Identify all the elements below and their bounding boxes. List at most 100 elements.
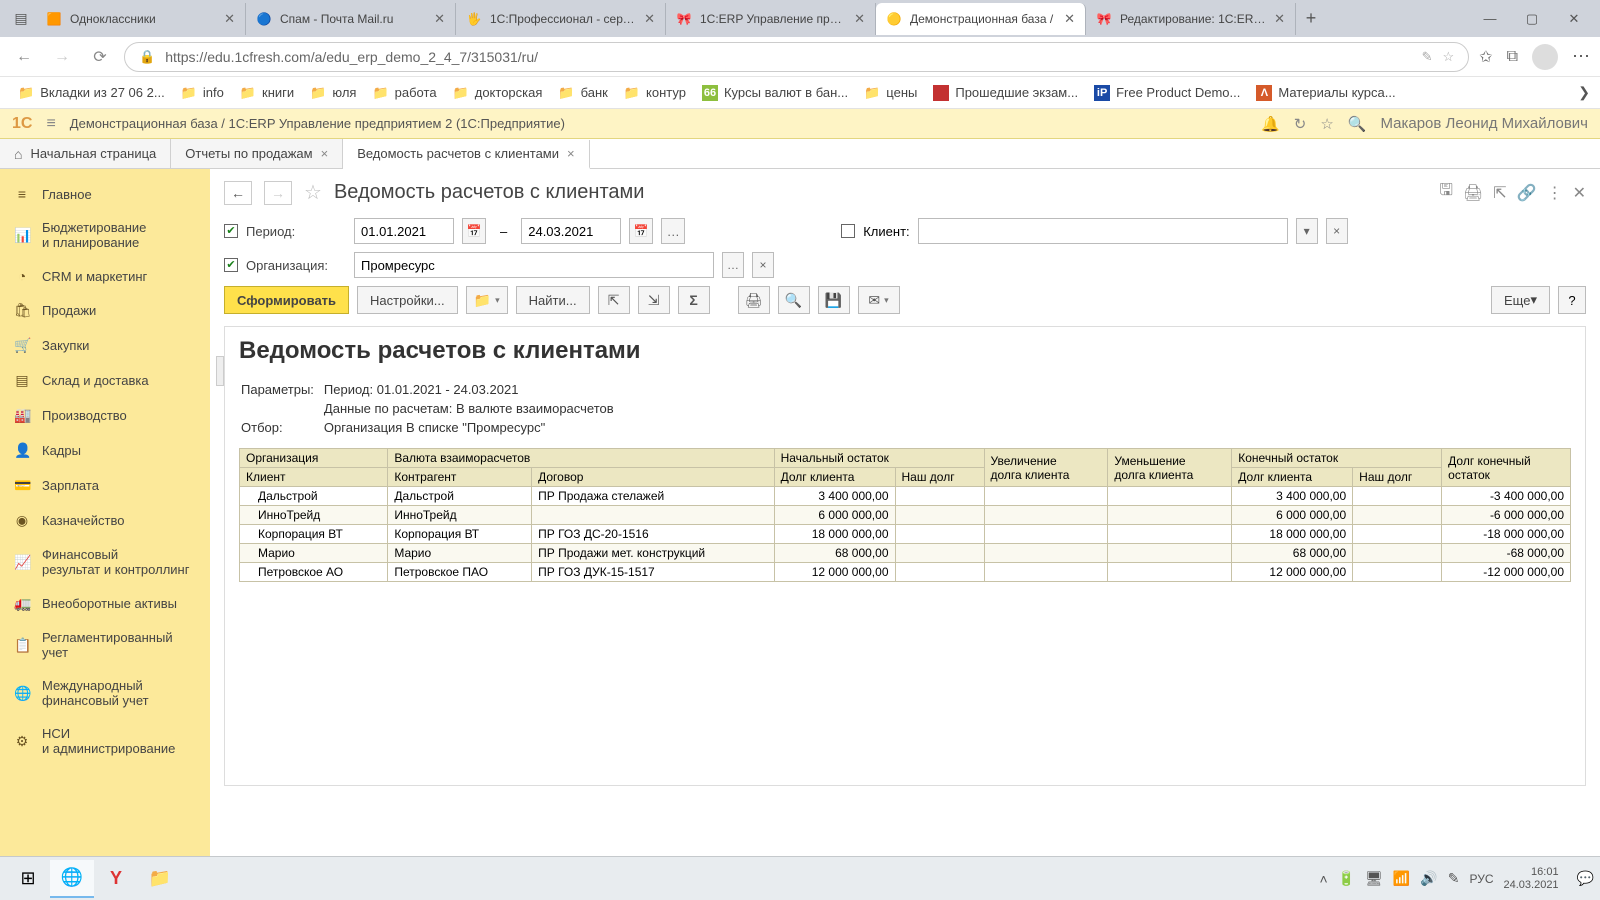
address-bar[interactable]: 🔒 https://edu.1cfresh.com/a/edu_erp_demo… — [124, 42, 1469, 72]
period-picker-button[interactable]: … — [661, 218, 685, 244]
sum-button[interactable]: Σ — [678, 286, 710, 314]
sidebar-item[interactable]: ▤Склад и доставка — [0, 363, 210, 398]
find-button[interactable]: Найти... — [516, 286, 590, 314]
back-button[interactable]: ← — [224, 181, 252, 205]
folder-button[interactable]: 📁 — [466, 286, 508, 314]
client-input[interactable] — [918, 218, 1288, 244]
browser-menu[interactable]: ⋯ — [1572, 46, 1590, 67]
sidebar-item[interactable]: 🚛Внеоборотные активы — [0, 586, 210, 621]
browser-tab[interactable]: 🖐1С:Профессионал - сертиф✕ — [456, 3, 666, 35]
calendar-from-button[interactable]: 📅 — [462, 218, 486, 244]
sidebar-item[interactable]: 📈Финансовый результат и контроллинг — [0, 538, 210, 586]
expand-button[interactable]: ⇱ — [598, 286, 630, 314]
app-tab-close[interactable]: × — [567, 146, 575, 161]
browser-tab[interactable]: 🎀Редактирование: 1С:ERP У✕ — [1086, 3, 1296, 35]
export-icon[interactable]: ⇱ — [1493, 183, 1506, 203]
sidebar-item[interactable]: 📊Бюджетирование и планирование — [0, 211, 210, 259]
sidebar-item[interactable]: ◔CRM и маркетинг — [0, 259, 210, 293]
sidebar-item[interactable]: 🏭Производство — [0, 398, 210, 433]
collapse-button[interactable]: ⇲ — [638, 286, 670, 314]
sidebar-item[interactable]: ⚙НСИ и администрирование — [0, 717, 210, 765]
client-clear[interactable]: × — [1326, 218, 1348, 244]
window-maximize[interactable]: ▢ — [1512, 4, 1552, 34]
tab-close[interactable]: ✕ — [224, 11, 235, 27]
org-input[interactable]: Промресурс — [354, 252, 714, 278]
bookmark-item[interactable]: iPFree Product Demo... — [1086, 81, 1248, 105]
profile-avatar[interactable] — [1532, 44, 1558, 70]
tray-lang[interactable]: РУС — [1469, 872, 1493, 886]
tab-list-button[interactable]: ▤ — [6, 4, 36, 34]
app-tab[interactable]: Ведомость расчетов с клиентами× — [343, 140, 589, 169]
collapse-handle[interactable] — [216, 356, 224, 386]
org-picker[interactable]: … — [722, 252, 744, 278]
settings-button[interactable]: Настройки... — [357, 286, 458, 314]
table-row[interactable]: Марио Марио ПР Продажи мет. конструкций … — [240, 544, 1571, 563]
sidebar-item[interactable]: 🌐Международный финансовый учет — [0, 669, 210, 717]
sidebar-item[interactable]: 🛒Закупки — [0, 328, 210, 363]
sidebar-item[interactable]: 💳Зарплата — [0, 468, 210, 503]
org-clear[interactable]: × — [752, 252, 774, 278]
user-name[interactable]: Макаров Леонид Михайлович — [1380, 115, 1588, 132]
date-from-input[interactable]: 01.01.2021 — [354, 218, 454, 244]
sidebar-item[interactable]: 🛍Продажи — [0, 293, 210, 328]
new-tab-button[interactable]: + — [1296, 8, 1326, 29]
browser-tab[interactable]: 🔵Спам - Почта Mail.ru✕ — [246, 3, 456, 35]
mail-button[interactable]: ✉ — [858, 286, 900, 314]
bookmark-item[interactable]: ΛМатериалы курса... — [1248, 81, 1403, 105]
bookmark-item[interactable]: 📁контур — [616, 81, 694, 105]
bookmark-item[interactable]: 📁юля — [302, 81, 364, 105]
bookmark-item[interactable]: 📁докторская — [445, 81, 551, 105]
sidebar-item[interactable]: ≡Главное — [0, 177, 210, 211]
window-close[interactable]: ✕ — [1554, 4, 1594, 34]
print-icon[interactable]: 🖨 — [1463, 183, 1483, 203]
date-to-input[interactable]: 24.03.2021 — [521, 218, 621, 244]
app-tab-close[interactable]: × — [321, 146, 329, 161]
nav-forward[interactable]: → — [48, 43, 76, 71]
tray-battery[interactable]: 🔋 — [1338, 870, 1355, 887]
kebab-icon[interactable]: ⋮ — [1547, 183, 1563, 203]
more-button[interactable]: Еще ▾ — [1491, 286, 1550, 314]
table-row[interactable]: Дальстрой Дальстрой ПР Продажа стелажей … — [240, 487, 1571, 506]
action-icon[interactable]: ✎ — [1422, 49, 1433, 65]
bookmark-item[interactable]: 📁Вкладки из 27 06 2... — [10, 81, 173, 105]
client-checkbox[interactable]: ✔ — [841, 224, 855, 238]
app-tab[interactable]: ⌂Начальная страница — [0, 139, 171, 168]
nav-refresh[interactable]: ⟳ — [86, 43, 114, 71]
app-menu-button[interactable]: ≡ — [46, 115, 55, 133]
bookmark-item[interactable]: 📁info — [173, 81, 232, 105]
sidebar-item[interactable]: 👤Кадры — [0, 433, 210, 468]
tray-volume[interactable]: 🔊 — [1420, 870, 1437, 887]
browser-tab[interactable]: 🎀1С:ERP Управление предпр✕ — [666, 3, 876, 35]
close-icon[interactable]: ✕ — [1573, 183, 1586, 203]
tab-close[interactable]: ✕ — [1064, 11, 1075, 27]
print-button[interactable]: 🖨 — [738, 286, 770, 314]
bookmark-item[interactable]: 📁книги — [232, 81, 302, 105]
read-icon[interactable]: ☆ — [1443, 49, 1455, 65]
favorites-icon[interactable]: ✩ — [1479, 47, 1492, 67]
tray-wifi[interactable]: 📶 — [1393, 870, 1410, 887]
browser-tab[interactable]: 🟧Одноклассники✕ — [36, 3, 246, 35]
preview-button[interactable]: 🔍 — [778, 286, 810, 314]
period-checkbox[interactable]: ✔ — [224, 224, 238, 238]
nav-back[interactable]: ← — [10, 43, 38, 71]
table-row[interactable]: Корпорация ВТ Корпорация ВТ ПР ГОЗ ДС-20… — [240, 525, 1571, 544]
bookmarks-overflow[interactable]: ❯ — [1578, 84, 1590, 101]
disk-save-button[interactable]: 💾 — [818, 286, 850, 314]
tray-monitor[interactable]: 🖥 — [1365, 870, 1383, 887]
favorite-toggle[interactable]: ☆ — [304, 180, 322, 205]
sidebar-item[interactable]: ◉Казначейство — [0, 503, 210, 538]
tab-close[interactable]: ✕ — [644, 11, 655, 27]
app-tab[interactable]: Отчеты по продажам× — [171, 139, 343, 168]
taskbar-explorer[interactable]: 📁 — [138, 860, 182, 898]
forward-button[interactable]: → — [264, 181, 292, 205]
save-icon[interactable]: 🖫 — [1439, 179, 1453, 206]
taskbar-edge[interactable]: 🌐 — [50, 860, 94, 898]
taskbar-yandex[interactable]: Y — [94, 860, 138, 898]
table-row[interactable]: Петровское АО Петровское ПАО ПР ГОЗ ДУК-… — [240, 563, 1571, 582]
sidebar-item[interactable]: 📋Регламентированный учет — [0, 621, 210, 669]
bell-icon[interactable]: 🔔 — [1261, 115, 1280, 133]
bookmark-item[interactable]: 66Курсы валют в бан... — [694, 81, 856, 105]
tab-close[interactable]: ✕ — [1274, 11, 1285, 27]
tray-clock[interactable]: 16:01 24.03.2021 — [1504, 866, 1567, 892]
tray-pen[interactable]: ✎ — [1448, 870, 1460, 887]
